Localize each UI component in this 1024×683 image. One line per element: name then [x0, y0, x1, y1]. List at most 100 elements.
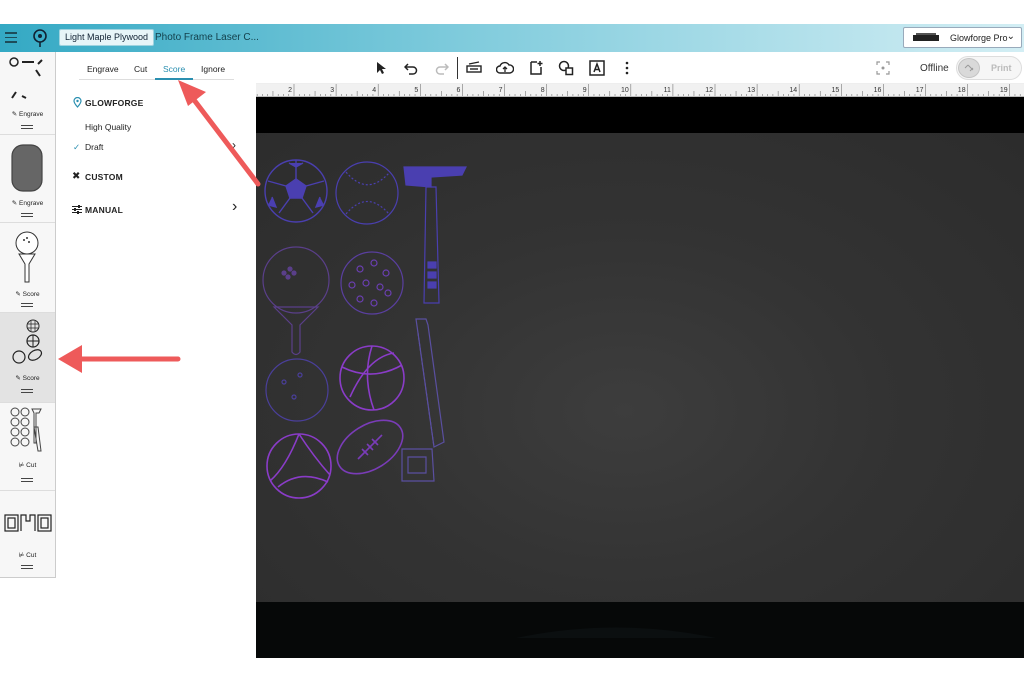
- basketball-design: [339, 345, 405, 411]
- document-title[interactable]: Photo Frame Laser C...: [155, 32, 259, 43]
- ruler-label: 10: [621, 87, 629, 94]
- add-artwork-icon[interactable]: [526, 58, 546, 78]
- round-ball-design: [265, 358, 329, 422]
- undo-icon[interactable]: [401, 58, 421, 78]
- operation-list: ✎ Engrave ✎ Engrave ✎ Score ✎ Score ⊭ Cu…: [0, 52, 56, 578]
- ruler: 2 3 4 5 6 7 8 9 10 11 12 13 14 15 16 17 18 19: [256, 84, 1024, 97]
- annotation-arrow-icon: [178, 80, 261, 187]
- tab-cut[interactable]: Cut: [134, 64, 147, 74]
- thumbnail-art: [4, 514, 52, 532]
- focus-icon[interactable]: [873, 58, 893, 78]
- pickleball-design: [340, 251, 404, 315]
- ruler-label: 4: [372, 87, 376, 94]
- select-icon[interactable]: [371, 58, 391, 78]
- glowforge-pin-icon: [73, 97, 82, 108]
- ruler-label: 7: [499, 87, 503, 94]
- redo-icon[interactable]: [432, 58, 452, 78]
- drag-handle-icon[interactable]: [21, 389, 33, 393]
- menu-icon[interactable]: [5, 32, 17, 43]
- ruler-label: 19: [1000, 87, 1008, 94]
- operation-item-selected[interactable]: ✎ Score: [0, 313, 55, 403]
- golf-tee-design: [262, 246, 330, 356]
- hammer-design: [403, 166, 467, 304]
- hand-saw-design: [415, 318, 445, 448]
- tab-score[interactable]: Score: [163, 64, 185, 74]
- ruler-label: 6: [456, 87, 460, 94]
- drag-handle-icon[interactable]: [21, 478, 33, 482]
- custom-icon: ✖: [72, 171, 81, 182]
- operation-label: ✎ Score: [15, 375, 40, 382]
- ruler-label: 12: [705, 87, 713, 94]
- operation-item[interactable]: ✎ Engrave: [0, 52, 55, 135]
- print-button[interactable]: Print: [956, 56, 1022, 80]
- toolbar: Offline Print: [256, 52, 1024, 84]
- drag-handle-icon[interactable]: [21, 565, 33, 569]
- drag-handle-icon[interactable]: [21, 303, 33, 307]
- design-layer: [262, 159, 716, 638]
- thumbnail-art: [11, 144, 43, 192]
- shapes-icon[interactable]: [556, 58, 576, 78]
- ruler-label: 8: [541, 87, 545, 94]
- ruler-label: 11: [664, 87, 671, 94]
- glowforge-logo-icon[interactable]: [32, 28, 48, 48]
- connection-status: Offline: [920, 63, 949, 74]
- app-window: Light Maple Plywood Photo Frame Laser C.…: [0, 24, 1024, 658]
- operation-item[interactable]: ⊭ Cut: [0, 491, 55, 578]
- option-high-quality[interactable]: High Quality: [85, 122, 131, 132]
- ruler-label: 16: [874, 87, 882, 94]
- thumbnail-art: [12, 319, 43, 364]
- section-manual[interactable]: MANUAL: [85, 205, 123, 215]
- tab-ignore[interactable]: Ignore: [201, 64, 225, 74]
- section-custom[interactable]: CUSTOM: [85, 172, 123, 182]
- operation-item[interactable]: ⊭ Cut: [0, 403, 55, 491]
- ruler-label: 15: [832, 87, 840, 94]
- machine-name: Glowforge Pro: [950, 33, 1008, 43]
- print-status-icon: [958, 58, 980, 78]
- chevron-right-icon[interactable]: ›: [232, 198, 237, 216]
- tape-measure-design: [401, 448, 435, 482]
- material-chip[interactable]: Light Maple Plywood: [59, 29, 155, 46]
- top-bar: Light Maple Plywood Photo Frame Laser C.…: [0, 24, 1024, 52]
- option-draft[interactable]: Draft: [85, 142, 103, 152]
- baseball-design: [335, 161, 399, 225]
- drag-handle-icon[interactable]: [21, 125, 33, 129]
- tab-engrave[interactable]: Engrave: [87, 64, 119, 74]
- scan-icon[interactable]: [464, 58, 484, 78]
- operation-label: ✎ Score: [15, 291, 40, 298]
- ruler-label: 3: [330, 87, 334, 94]
- operation-label: ✎ Engrave: [11, 200, 44, 207]
- operation-item[interactable]: ✎ Score: [0, 223, 55, 313]
- operation-label: ⊭ Cut: [18, 552, 37, 559]
- operation-label: ⊭ Cut: [18, 462, 37, 469]
- cloud-upload-icon[interactable]: [495, 58, 515, 78]
- drag-handle-icon[interactable]: [21, 213, 33, 217]
- print-label: Print: [991, 63, 1012, 73]
- football-design: [336, 419, 404, 475]
- chevron-down-icon: ⌄: [1006, 31, 1015, 42]
- thumbnail-art: [15, 231, 39, 283]
- annotation-arrow-icon: [58, 345, 181, 373]
- operation-item[interactable]: ✎ Engrave: [0, 135, 55, 223]
- ruler-label: 13: [747, 87, 755, 94]
- machine-select[interactable]: Glowforge Pro ⌄: [903, 27, 1022, 48]
- thumbnail-art: [9, 57, 43, 99]
- workspace-canvas[interactable]: [256, 97, 1024, 658]
- toolbar-divider: [457, 57, 458, 79]
- volleyball-design: [266, 433, 332, 499]
- soccer-ball-design: [264, 159, 328, 223]
- thumbnail-art: [10, 407, 42, 452]
- ruler-label: 2: [288, 87, 292, 94]
- ruler-label: 17: [916, 87, 924, 94]
- ruler-label: 9: [583, 87, 587, 94]
- check-icon: ✓: [73, 142, 81, 152]
- ruler-label: 18: [958, 87, 966, 94]
- ruler-label: 14: [789, 87, 797, 94]
- ruler-label: 5: [414, 87, 418, 94]
- operation-label: ✎ Engrave: [11, 111, 44, 118]
- sliders-icon: [72, 205, 82, 214]
- machine-icon: [913, 33, 939, 41]
- ruler-scale: 2 3 4 5 6 7 8 9 10 11 12 13 14 15 16 17 18 19: [256, 84, 1021, 96]
- more-icon[interactable]: [617, 58, 637, 78]
- section-glowforge: GLOWFORGE: [85, 98, 144, 108]
- text-icon[interactable]: [587, 58, 607, 78]
